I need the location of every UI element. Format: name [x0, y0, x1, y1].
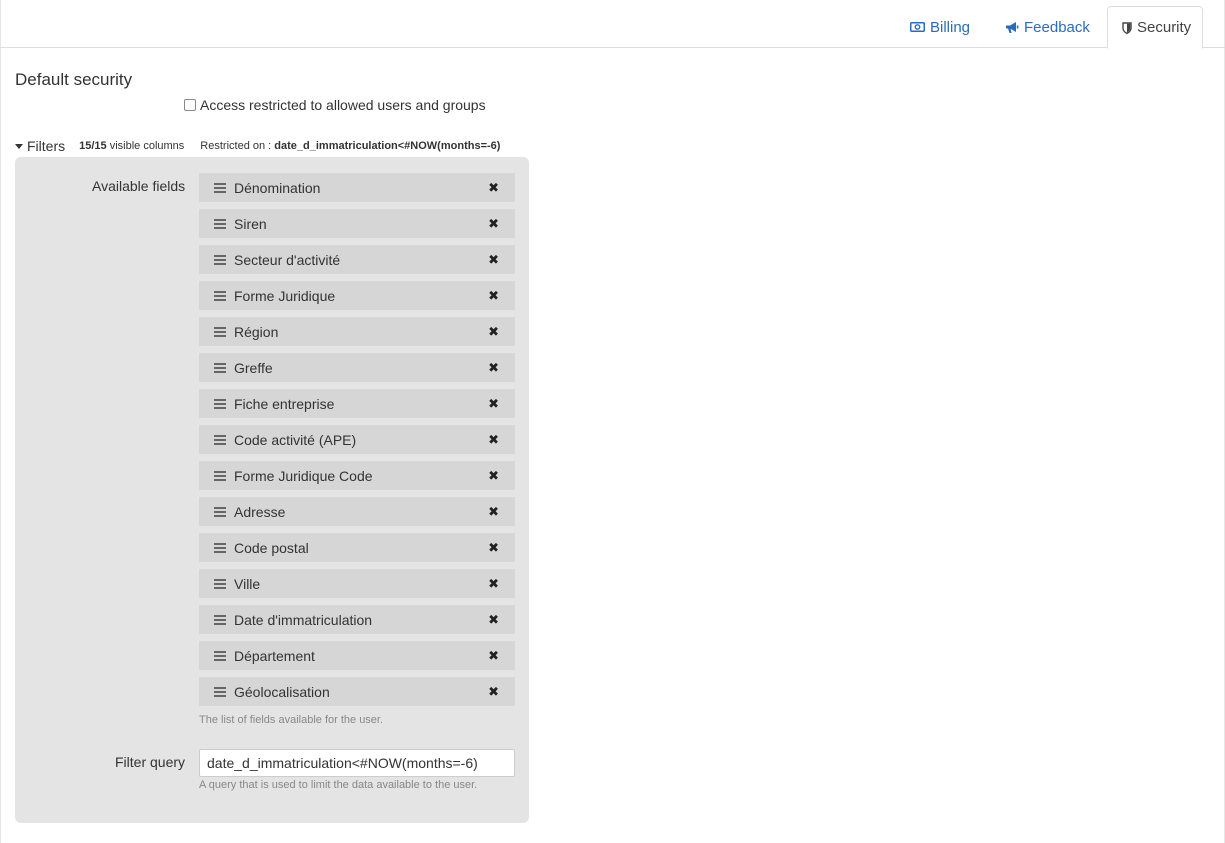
drag-handle-icon[interactable] [214, 578, 226, 589]
field-name: Ville [234, 575, 261, 592]
remove-field-icon[interactable]: ✖ [488, 577, 499, 590]
remove-field-icon[interactable]: ✖ [488, 217, 499, 230]
field-name: Siren [234, 215, 267, 232]
tab-feedback[interactable]: Feedback [991, 6, 1104, 48]
field-item[interactable]: Code activité (APE) ✖ [199, 425, 515, 454]
field-name: Date d'immatriculation [234, 611, 373, 628]
filters-header: Filters 15/15 visible columns Restricted… [15, 138, 500, 154]
visible-columns-count: 15/15 [79, 140, 107, 152]
drag-handle-icon[interactable] [214, 218, 226, 229]
available-fields-list: Dénomination ✖ Siren ✖ Secteur d'activité ✖ Fo… [199, 173, 515, 713]
shield-icon [1122, 21, 1132, 34]
field-item[interactable]: Région ✖ [199, 317, 515, 346]
remove-field-icon[interactable]: ✖ [488, 541, 499, 554]
drag-handle-icon[interactable] [214, 686, 226, 697]
field-name: Fiche entreprise [234, 395, 335, 412]
field-name: Forme Juridique [234, 287, 336, 304]
visible-columns-suffix: visible columns [106, 140, 185, 152]
restrict-access-row: Access restricted to allowed users and g… [184, 97, 486, 113]
bullhorn-icon [1005, 21, 1019, 34]
field-item[interactable]: Géolocalisation ✖ [199, 677, 515, 706]
tab-billing[interactable]: Billing [896, 6, 984, 48]
available-fields-label: Available fields [92, 178, 186, 194]
field-name: Département [234, 647, 315, 664]
remove-field-icon[interactable]: ✖ [488, 397, 499, 410]
restriction-summary: Restricted on : date_d_immatriculation<#… [200, 140, 500, 152]
drag-handle-icon[interactable] [214, 326, 226, 337]
drag-handle-icon[interactable] [214, 254, 226, 265]
drag-handle-icon[interactable] [214, 506, 226, 517]
field-name: Greffe [234, 359, 273, 376]
tab-bar: Billing Feedback Security [0, 0, 1225, 49]
filter-query-input[interactable] [199, 749, 515, 777]
tab-billing-label: Billing [930, 18, 971, 36]
remove-field-icon[interactable]: ✖ [488, 181, 499, 194]
remove-field-icon[interactable]: ✖ [488, 289, 499, 302]
filters-toggle[interactable]: Filters [15, 138, 65, 154]
remove-field-icon[interactable]: ✖ [488, 685, 499, 698]
drag-handle-icon[interactable] [214, 650, 226, 661]
field-item[interactable]: Adresse ✖ [199, 497, 515, 526]
visible-columns-summary: 15/15 visible columns [79, 140, 184, 152]
field-item[interactable]: Secteur d'activité ✖ [199, 245, 515, 274]
tab-security[interactable]: Security [1107, 6, 1203, 49]
field-name: Adresse [234, 503, 286, 520]
field-name: Code activité (APE) [234, 431, 357, 448]
field-name: Secteur d'activité [234, 251, 341, 268]
drag-handle-icon[interactable] [214, 290, 226, 301]
remove-field-icon[interactable]: ✖ [488, 433, 499, 446]
drag-handle-icon[interactable] [214, 542, 226, 553]
drag-handle-icon[interactable] [214, 614, 226, 625]
filters-label: Filters [27, 138, 66, 154]
restrict-access-checkbox[interactable] [184, 99, 196, 111]
available-fields-help: The list of fields available for the use… [199, 714, 384, 726]
drag-handle-icon[interactable] [214, 470, 226, 481]
filter-query-help: A query that is used to limit the data a… [199, 779, 478, 791]
remove-field-icon[interactable]: ✖ [488, 361, 499, 374]
field-item[interactable]: Forme Juridique Code ✖ [199, 461, 515, 490]
field-item[interactable]: Code postal ✖ [199, 533, 515, 562]
field-name: Géolocalisation [234, 683, 330, 700]
tab-feedback-label: Feedback [1024, 18, 1090, 36]
tab-security-label: Security [1137, 19, 1192, 36]
drag-handle-icon[interactable] [214, 398, 226, 409]
caret-down-icon [15, 143, 23, 149]
field-item[interactable]: Forme Juridique ✖ [199, 281, 515, 310]
remove-field-icon[interactable]: ✖ [488, 253, 499, 266]
field-name: Dénomination [234, 179, 321, 196]
restriction-value: date_d_immatriculation<#NOW(months=-6) [274, 140, 501, 152]
field-item[interactable]: Dénomination ✖ [199, 173, 515, 202]
filter-query-label: Filter query [115, 754, 186, 770]
field-item[interactable]: Greffe ✖ [199, 353, 515, 382]
field-item[interactable]: Département ✖ [199, 641, 515, 670]
restriction-prefix: Restricted on : [200, 140, 275, 152]
field-name: Forme Juridique Code [234, 467, 373, 484]
remove-field-icon[interactable]: ✖ [488, 325, 499, 338]
field-item[interactable]: Date d'immatriculation ✖ [199, 605, 515, 634]
remove-field-icon[interactable]: ✖ [488, 505, 499, 518]
drag-handle-icon[interactable] [214, 362, 226, 373]
field-item[interactable]: Fiche entreprise ✖ [199, 389, 515, 418]
drag-handle-icon[interactable] [214, 434, 226, 445]
remove-field-icon[interactable]: ✖ [488, 613, 499, 626]
field-name: Code postal [234, 539, 309, 556]
drag-handle-icon[interactable] [214, 182, 226, 193]
restrict-access-label[interactable]: Access restricted to allowed users and g… [200, 97, 486, 113]
field-name: Région [234, 323, 279, 340]
field-item[interactable]: Ville ✖ [199, 569, 515, 598]
remove-field-icon[interactable]: ✖ [488, 469, 499, 482]
money-icon [910, 21, 925, 33]
field-item[interactable]: Siren ✖ [199, 209, 515, 238]
remove-field-icon[interactable]: ✖ [488, 649, 499, 662]
section-title: Default security [15, 70, 133, 89]
